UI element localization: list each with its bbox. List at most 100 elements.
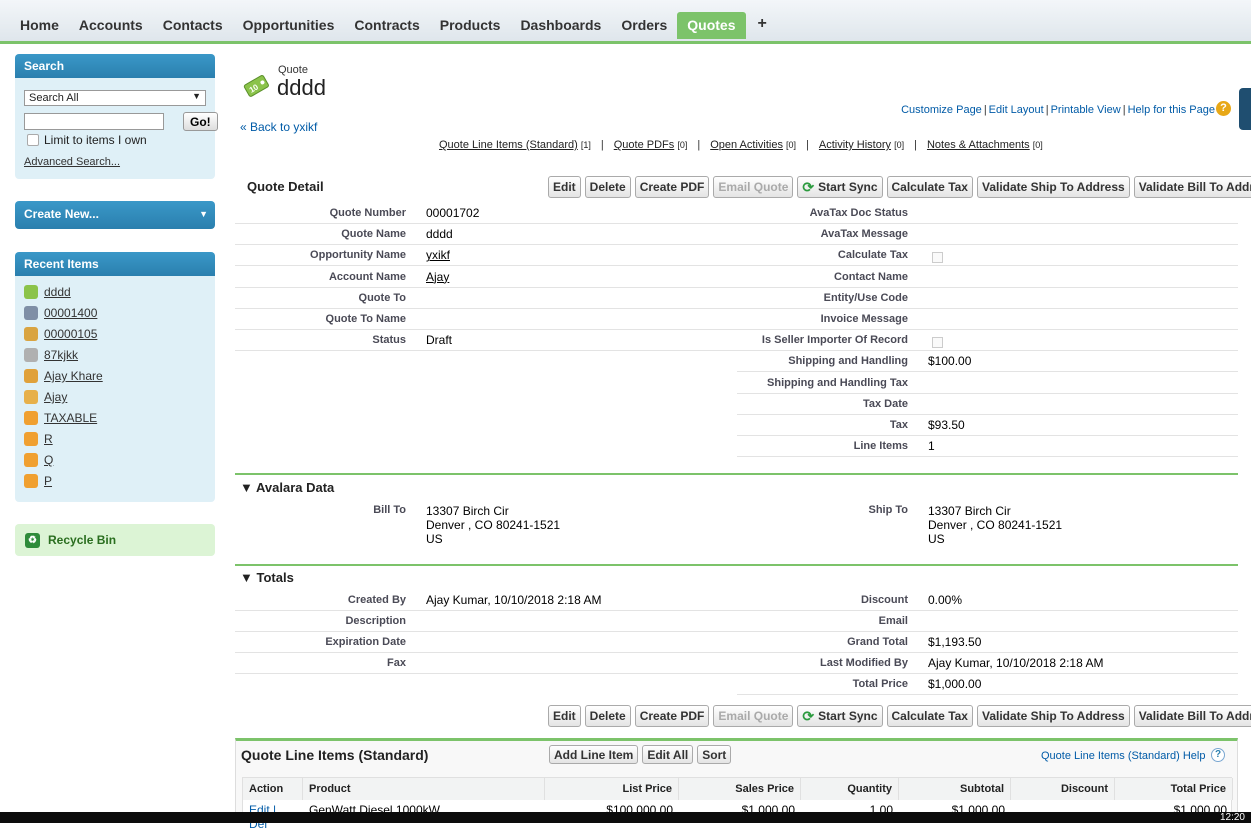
related-link-quote-line-items-standard[interactable]: Quote Line Items (Standard) [1] xyxy=(439,139,591,151)
field-value-opportunity-name[interactable]: yxikf xyxy=(426,248,450,262)
recent-item-link[interactable]: R xyxy=(44,432,53,446)
tab-opportunities[interactable]: Opportunities xyxy=(233,12,345,39)
tab-dashboards[interactable]: Dashboards xyxy=(510,12,611,39)
tab-products[interactable]: Products xyxy=(430,12,511,39)
field-text: $100.00 xyxy=(928,354,972,369)
start-sync-button[interactable]: ⟳ Start Sync xyxy=(797,705,883,727)
section-divider xyxy=(235,564,1238,566)
contract-icon xyxy=(24,327,38,341)
edit-layout-link[interactable]: Edit Layout xyxy=(989,104,1044,116)
column-header-action[interactable]: Action xyxy=(243,778,303,800)
field-label-tax: Tax xyxy=(889,419,908,431)
sidebar-search-box: Search Search All ▼ Go! Limit to items I… xyxy=(15,54,218,179)
search-input[interactable] xyxy=(24,113,164,130)
recent-item[interactable]: Ajay Khare xyxy=(24,369,103,383)
field-text: 1 xyxy=(928,439,935,454)
delete-button[interactable]: Delete xyxy=(584,705,631,727)
recent-item[interactable]: TAXABLE xyxy=(24,411,97,425)
search-scope-select[interactable]: Search All ▼ xyxy=(24,90,206,106)
edit-button[interactable]: Edit xyxy=(548,705,581,727)
recent-item-link[interactable]: 00000105 xyxy=(44,327,97,341)
recent-item[interactable]: Q xyxy=(24,453,53,467)
related-link-notes-attachments[interactable]: Notes & Attachments [0] xyxy=(927,139,1043,151)
column-header-sales-price[interactable]: Sales Price xyxy=(679,778,801,800)
add-line-item-button[interactable]: Add Line Item xyxy=(549,745,639,764)
column-header-product[interactable]: Product xyxy=(303,778,545,800)
column-header-total-price[interactable]: Total Price xyxy=(1115,778,1233,800)
limit-checkbox[interactable] xyxy=(27,134,39,146)
recent-item[interactable]: P xyxy=(24,474,52,488)
tab-list: Home Accounts Contacts Opportunities Contrac… xyxy=(10,12,779,39)
field-value-tax: $93.50 xyxy=(928,418,965,432)
create-new-menu[interactable]: Create New... ▼ xyxy=(15,201,215,229)
printable-view-link[interactable]: Printable View xyxy=(1051,104,1121,116)
recent-item[interactable]: R xyxy=(24,432,53,446)
related-link-activity-history[interactable]: Activity History [0] xyxy=(819,139,904,151)
recent-item-link[interactable]: dddd xyxy=(44,285,71,299)
recent-item[interactable]: 87kjkk xyxy=(24,348,78,362)
tab-contacts[interactable]: Contacts xyxy=(153,12,233,39)
recent-item-link[interactable]: Q xyxy=(44,453,53,467)
recent-item[interactable]: Ajay xyxy=(24,390,67,404)
sync-icon: ⟳ xyxy=(802,178,815,195)
validate-bill-to-address-button[interactable]: Validate Bill To Address xyxy=(1133,705,1251,727)
related-link-quote-pdfs[interactable]: Quote PDFs [0] xyxy=(614,139,688,151)
delete-button[interactable]: Delete xyxy=(584,176,631,198)
recent-item[interactable]: dddd xyxy=(24,285,71,299)
column-header-discount[interactable]: Discount xyxy=(1011,778,1115,800)
sync-icon: ⟳ xyxy=(802,707,815,724)
back-to-opportunity-link[interactable]: « Back to yxikf xyxy=(240,120,317,134)
tab-quotes[interactable]: Quotes xyxy=(677,12,746,39)
recent-item-link[interactable]: P xyxy=(44,474,52,488)
recent-item-link[interactable]: 00001400 xyxy=(44,306,97,320)
tab-contracts[interactable]: Contracts xyxy=(344,12,429,39)
create-pdf-button[interactable]: Create PDF xyxy=(634,176,710,198)
recent-item-link[interactable]: 87kjkk xyxy=(44,348,78,362)
row-separator xyxy=(235,286,737,288)
column-header-subtotal[interactable]: Subtotal xyxy=(899,778,1011,800)
help-icon[interactable]: ? xyxy=(1216,101,1231,116)
line-items-help-link[interactable]: Quote Line Items (Standard) Help xyxy=(1041,750,1205,762)
tab-accounts[interactable]: Accounts xyxy=(69,12,153,39)
edit-all-button[interactable]: Edit All xyxy=(642,745,694,764)
sort-button[interactable]: Sort xyxy=(697,745,732,764)
related-link-count: [0] xyxy=(1032,140,1043,150)
validate-ship-to-address-button[interactable]: Validate Ship To Address xyxy=(976,705,1130,727)
related-link-open-activities[interactable]: Open Activities [0] xyxy=(710,139,796,151)
column-header-list-price[interactable]: List Price xyxy=(545,778,679,800)
tab-orders[interactable]: Orders xyxy=(611,12,677,39)
go-button[interactable]: Go! xyxy=(183,112,218,131)
field-link[interactable]: yxikf xyxy=(426,248,450,262)
field-label-created-by: Created By xyxy=(347,594,406,606)
recent-item[interactable]: 00001400 xyxy=(24,306,97,320)
calculate-tax-button[interactable]: Calculate Tax xyxy=(886,705,973,727)
advanced-search-link[interactable]: Advanced Search... xyxy=(24,156,120,168)
field-value-account-name[interactable]: Ajay xyxy=(426,270,449,284)
bill-to-label: Bill To xyxy=(373,504,406,516)
recent-item-link[interactable]: Ajay Khare xyxy=(44,369,103,383)
tab-home[interactable]: Home xyxy=(10,12,69,39)
recent-item[interactable]: 00000105 xyxy=(24,327,97,341)
sidebar-toggle-handle[interactable] xyxy=(1239,88,1251,130)
field-link[interactable]: Ajay xyxy=(426,270,449,284)
link-separator: | xyxy=(1122,104,1126,116)
totals-section-heading[interactable]: ▼ Totals xyxy=(240,570,294,585)
create-pdf-button[interactable]: Create PDF xyxy=(634,705,710,727)
start-sync-button[interactable]: ⟳ Start Sync xyxy=(797,176,883,198)
recent-item-link[interactable]: TAXABLE xyxy=(44,411,97,425)
help-for-this-page-link[interactable]: Help for this Page xyxy=(1128,104,1215,116)
limit-to-my-items[interactable]: Limit to items I own xyxy=(27,133,147,147)
add-tab-button[interactable]: + xyxy=(746,12,779,39)
validate-ship-to-address-button[interactable]: Validate Ship To Address xyxy=(976,176,1130,198)
row-separator xyxy=(737,652,1238,653)
recent-item-link[interactable]: Ajay xyxy=(44,390,67,404)
avalara-section-heading[interactable]: ▼ Avalara Data xyxy=(240,480,334,495)
column-header-quantity[interactable]: Quantity xyxy=(801,778,899,800)
edit-button[interactable]: Edit xyxy=(548,176,581,198)
customize-page-link[interactable]: Customize Page xyxy=(901,104,982,116)
calculate-tax-button[interactable]: Calculate Tax xyxy=(886,176,973,198)
dropdown-arrow-icon: ▼ xyxy=(192,91,201,101)
help-icon[interactable]: ? xyxy=(1211,748,1225,762)
recycle-bin[interactable]: ♻ Recycle Bin xyxy=(15,524,215,556)
validate-bill-to-address-button[interactable]: Validate Bill To Address xyxy=(1133,176,1251,198)
